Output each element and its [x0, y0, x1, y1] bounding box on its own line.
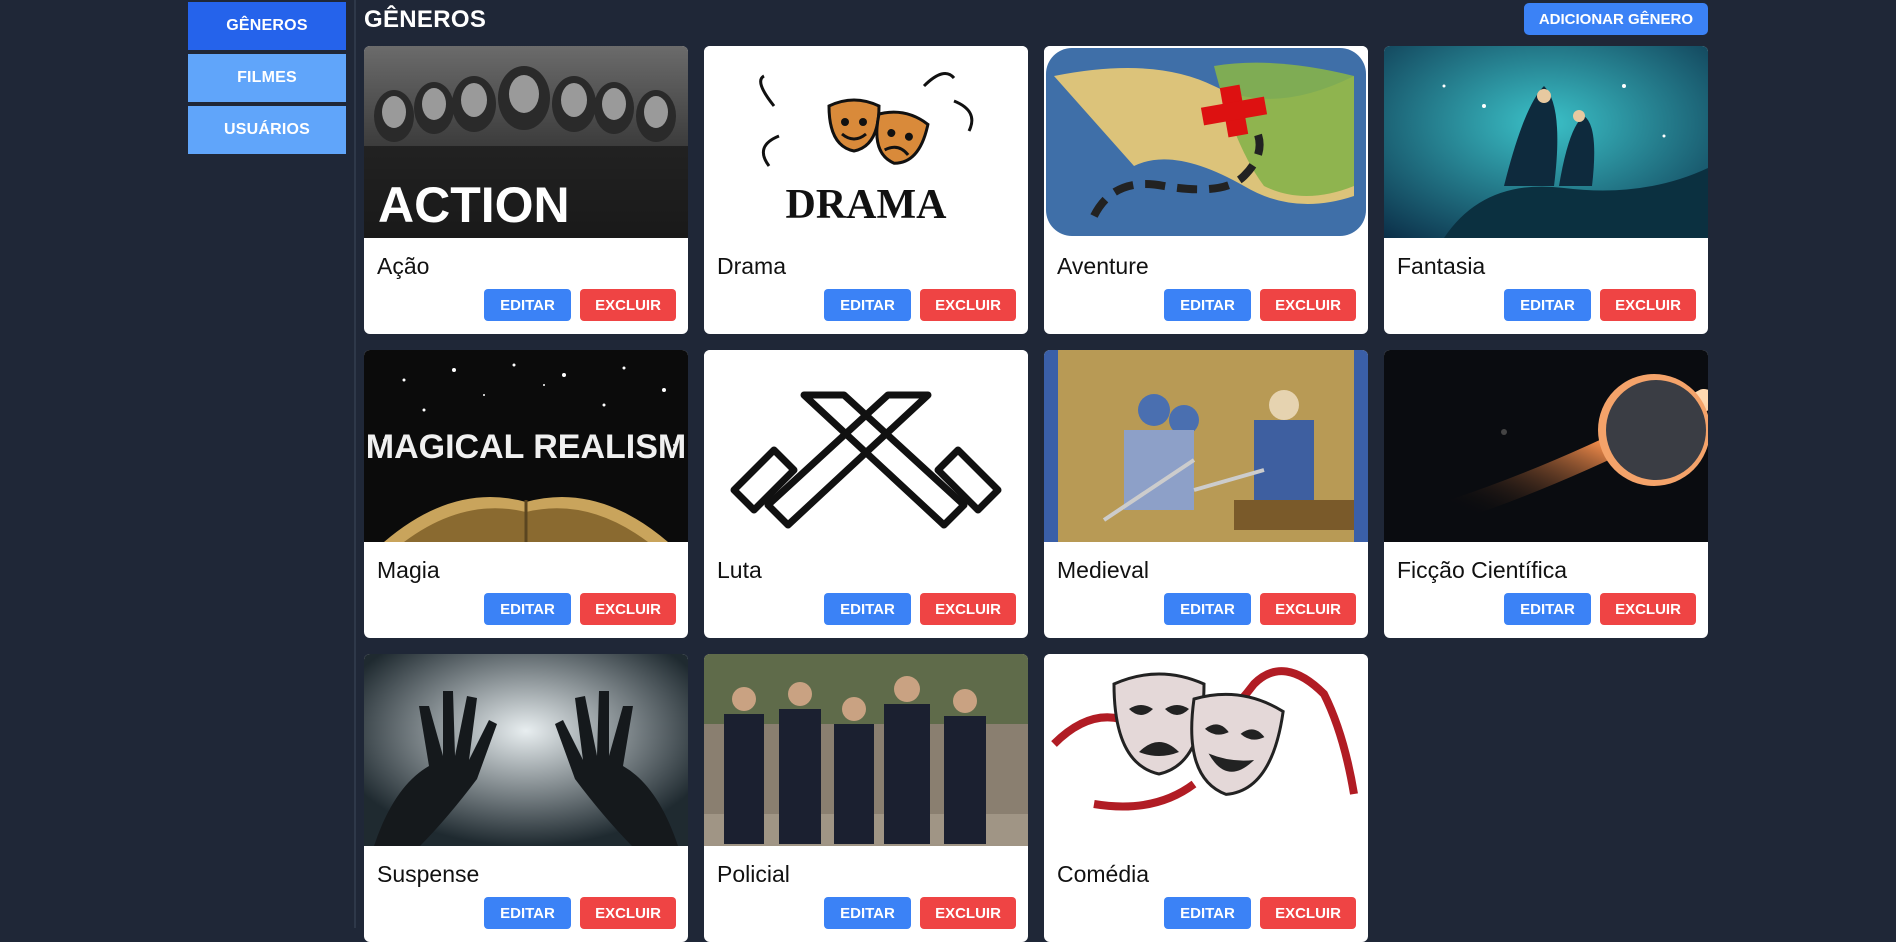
- genre-name: Comédia: [1057, 861, 1150, 887]
- genre-image-drama: DRAMA: [704, 46, 1028, 238]
- card-actions: EDITAR EXCLUIR: [484, 289, 676, 321]
- genre-name: Suspense: [377, 861, 480, 887]
- genre-image-police-officers: [704, 654, 1028, 846]
- svg-text:ACTION: ACTION: [378, 177, 570, 233]
- genre-image-shadow-hands: [364, 654, 688, 846]
- edit-button[interactable]: EDITAR: [484, 593, 571, 625]
- genre-card: Luta EDITAR EXCLUIR: [704, 350, 1028, 638]
- delete-button[interactable]: EXCLUIR: [920, 289, 1016, 321]
- genre-image-fantasy: [1384, 46, 1708, 238]
- delete-button[interactable]: EXCLUIR: [1600, 593, 1696, 625]
- card-actions: EDITAR EXCLUIR: [1504, 593, 1696, 625]
- genre-card: MAGICAL REALISM Magia EDITAR EXCLUIR: [364, 350, 688, 638]
- genre-image-action: ACTION: [364, 46, 688, 238]
- genre-name: Ação: [377, 253, 430, 279]
- genre-name: Ficção Científica: [1397, 557, 1568, 583]
- edit-button[interactable]: EDITAR: [824, 897, 911, 929]
- card-actions: EDITAR EXCLUIR: [824, 289, 1016, 321]
- genre-name: Luta: [717, 557, 762, 583]
- edit-button[interactable]: EDITAR: [1164, 593, 1251, 625]
- genre-image-medieval-art: [1044, 350, 1368, 542]
- genre-name: Magia: [377, 557, 440, 583]
- card-actions: EDITAR EXCLUIR: [484, 897, 676, 929]
- page-title: GÊNEROS: [364, 6, 487, 33]
- genre-image-black-hole: [1384, 350, 1708, 542]
- page-header: GÊNEROS ADICIONAR GÊNERO: [364, 0, 1708, 46]
- card-actions: EDITAR EXCLUIR: [1164, 897, 1356, 929]
- edit-button[interactable]: EDITAR: [484, 289, 571, 321]
- genre-name: Policial: [717, 861, 790, 887]
- genre-name: Medieval: [1057, 557, 1150, 583]
- sidebar: GÊNEROS FILMES USUÁRIOS: [188, 2, 346, 158]
- genre-grid: ACTION Ação EDITAR EXCLUIR DRAMA Drama E…: [364, 46, 1708, 942]
- genre-card: Fantasia EDITAR EXCLUIR: [1384, 46, 1708, 334]
- card-actions: EDITAR EXCLUIR: [824, 897, 1016, 929]
- edit-button[interactable]: EDITAR: [824, 593, 911, 625]
- edit-button[interactable]: EDITAR: [1504, 593, 1591, 625]
- edit-button[interactable]: EDITAR: [824, 289, 911, 321]
- delete-button[interactable]: EXCLUIR: [580, 897, 676, 929]
- genre-card: Suspense EDITAR EXCLUIR: [364, 654, 688, 942]
- edit-button[interactable]: EDITAR: [484, 897, 571, 929]
- sidebar-item-usuarios[interactable]: USUÁRIOS: [188, 106, 346, 154]
- delete-button[interactable]: EXCLUIR: [580, 289, 676, 321]
- card-actions: EDITAR EXCLUIR: [484, 593, 676, 625]
- add-genre-button[interactable]: ADICIONAR GÊNERO: [1523, 3, 1708, 35]
- svg-text:DRAMA: DRAMA: [786, 182, 948, 228]
- edit-button[interactable]: EDITAR: [1504, 289, 1591, 321]
- app: GÊNEROS FILMES USUÁRIOS GÊNEROS ADICIONA…: [0, 0, 1896, 942]
- genre-name: Drama: [717, 253, 787, 279]
- card-actions: EDITAR EXCLUIR: [1164, 289, 1356, 321]
- genre-card: ACTION Ação EDITAR EXCLUIR: [364, 46, 688, 334]
- svg-text:MAGICAL REALISM: MAGICAL REALISM: [366, 428, 686, 466]
- genre-image-magical-realism: MAGICAL REALISM: [364, 350, 688, 542]
- genre-image-adventure-map: [1044, 46, 1368, 238]
- genre-name: Aventure: [1057, 253, 1149, 279]
- genre-card: Ficção Científica EDITAR EXCLUIR: [1384, 350, 1708, 638]
- card-actions: EDITAR EXCLUIR: [1504, 289, 1696, 321]
- sidebar-divider: [354, 0, 356, 928]
- edit-button[interactable]: EDITAR: [1164, 289, 1251, 321]
- delete-button[interactable]: EXCLUIR: [1260, 897, 1356, 929]
- edit-button[interactable]: EDITAR: [1164, 897, 1251, 929]
- delete-button[interactable]: EXCLUIR: [1260, 289, 1356, 321]
- delete-button[interactable]: EXCLUIR: [1260, 593, 1356, 625]
- card-actions: EDITAR EXCLUIR: [824, 593, 1016, 625]
- delete-button[interactable]: EXCLUIR: [1600, 289, 1696, 321]
- sidebar-item-generos[interactable]: GÊNEROS: [188, 2, 346, 50]
- genre-card: Comédia EDITAR EXCLUIR: [1044, 654, 1368, 942]
- genre-card: Medieval EDITAR EXCLUIR: [1044, 350, 1368, 638]
- delete-button[interactable]: EXCLUIR: [920, 897, 1016, 929]
- genre-image-theater-masks: [1044, 654, 1368, 846]
- main-content: GÊNEROS ADICIONAR GÊNERO ACTION Ação EDI…: [364, 0, 1708, 942]
- sidebar-item-filmes[interactable]: FILMES: [188, 54, 346, 102]
- delete-button[interactable]: EXCLUIR: [920, 593, 1016, 625]
- genre-image-crossed-swords: [704, 350, 1028, 542]
- genre-card: Policial EDITAR EXCLUIR: [704, 654, 1028, 942]
- genre-name: Fantasia: [1397, 253, 1486, 279]
- delete-button[interactable]: EXCLUIR: [580, 593, 676, 625]
- genre-card: DRAMA Drama EDITAR EXCLUIR: [704, 46, 1028, 334]
- genre-card: Aventure EDITAR EXCLUIR: [1044, 46, 1368, 334]
- card-actions: EDITAR EXCLUIR: [1164, 593, 1356, 625]
